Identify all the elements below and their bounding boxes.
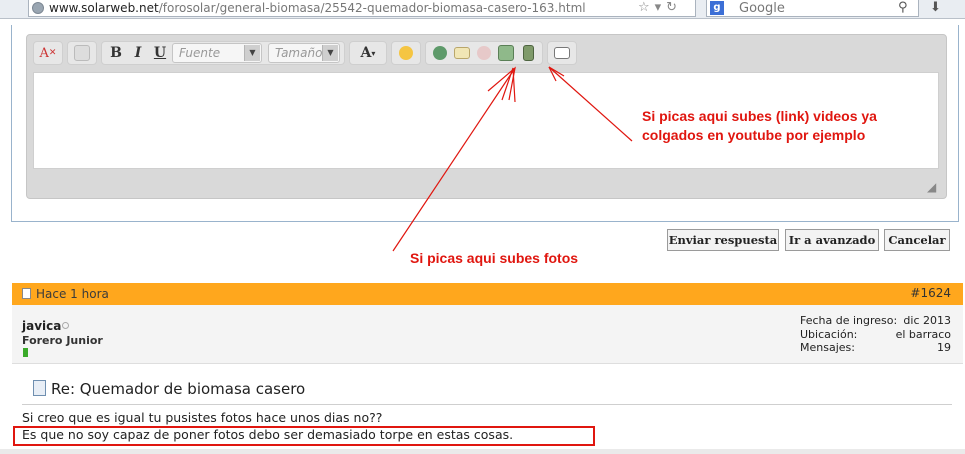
- video-annotation-line2: colgados en youtube por ejemplo: [642, 127, 866, 143]
- meta-value: dic 2013: [903, 314, 951, 327]
- user-meta-labels: Fecha de ingreso: Ubicación: Mensajes:: [800, 314, 897, 355]
- user-meta-values: dic 2013 el barraco 19: [896, 314, 951, 355]
- meta-label: Mensajes:: [800, 341, 855, 354]
- post-header: Hace 1 hora #1624: [12, 283, 963, 305]
- highlight-box: [13, 426, 595, 446]
- send-reply-button[interactable]: Enviar respuesta: [667, 229, 779, 251]
- offline-status-icon: [62, 322, 69, 329]
- meta-label: Ubicación:: [800, 327, 858, 341]
- meta-label: Fecha de ingreso:: [800, 314, 898, 327]
- next-line-fragment: [0, 449, 965, 454]
- meta-value: el barraco: [895, 327, 951, 341]
- user-rank: Forero Junior: [22, 334, 103, 347]
- video-annotation-line1: Si picas aqui subes (link) videos ya: [642, 108, 877, 124]
- post-number-link[interactable]: #1624: [910, 286, 951, 300]
- go-advanced-button[interactable]: Ir a avanzado: [785, 229, 879, 251]
- post-user-info: javica Forero Junior Fecha de ingreso: U…: [12, 305, 963, 364]
- post-body-line: Si creo que es igual tu pusistes fotos h…: [22, 410, 383, 425]
- meta-value: 19: [937, 341, 951, 354]
- cancel-button[interactable]: Cancelar: [884, 229, 950, 251]
- username-link[interactable]: javica: [22, 319, 61, 333]
- photo-annotation: Si picas aqui subes fotos: [410, 250, 579, 266]
- divider: [22, 404, 952, 405]
- post-title: Re: Quemador de biomasa casero: [51, 380, 306, 398]
- post-icon: [22, 288, 31, 299]
- post-title-icon: [33, 380, 46, 396]
- post-time: Hace 1 hora: [36, 287, 109, 301]
- reputation-bar: [23, 348, 28, 357]
